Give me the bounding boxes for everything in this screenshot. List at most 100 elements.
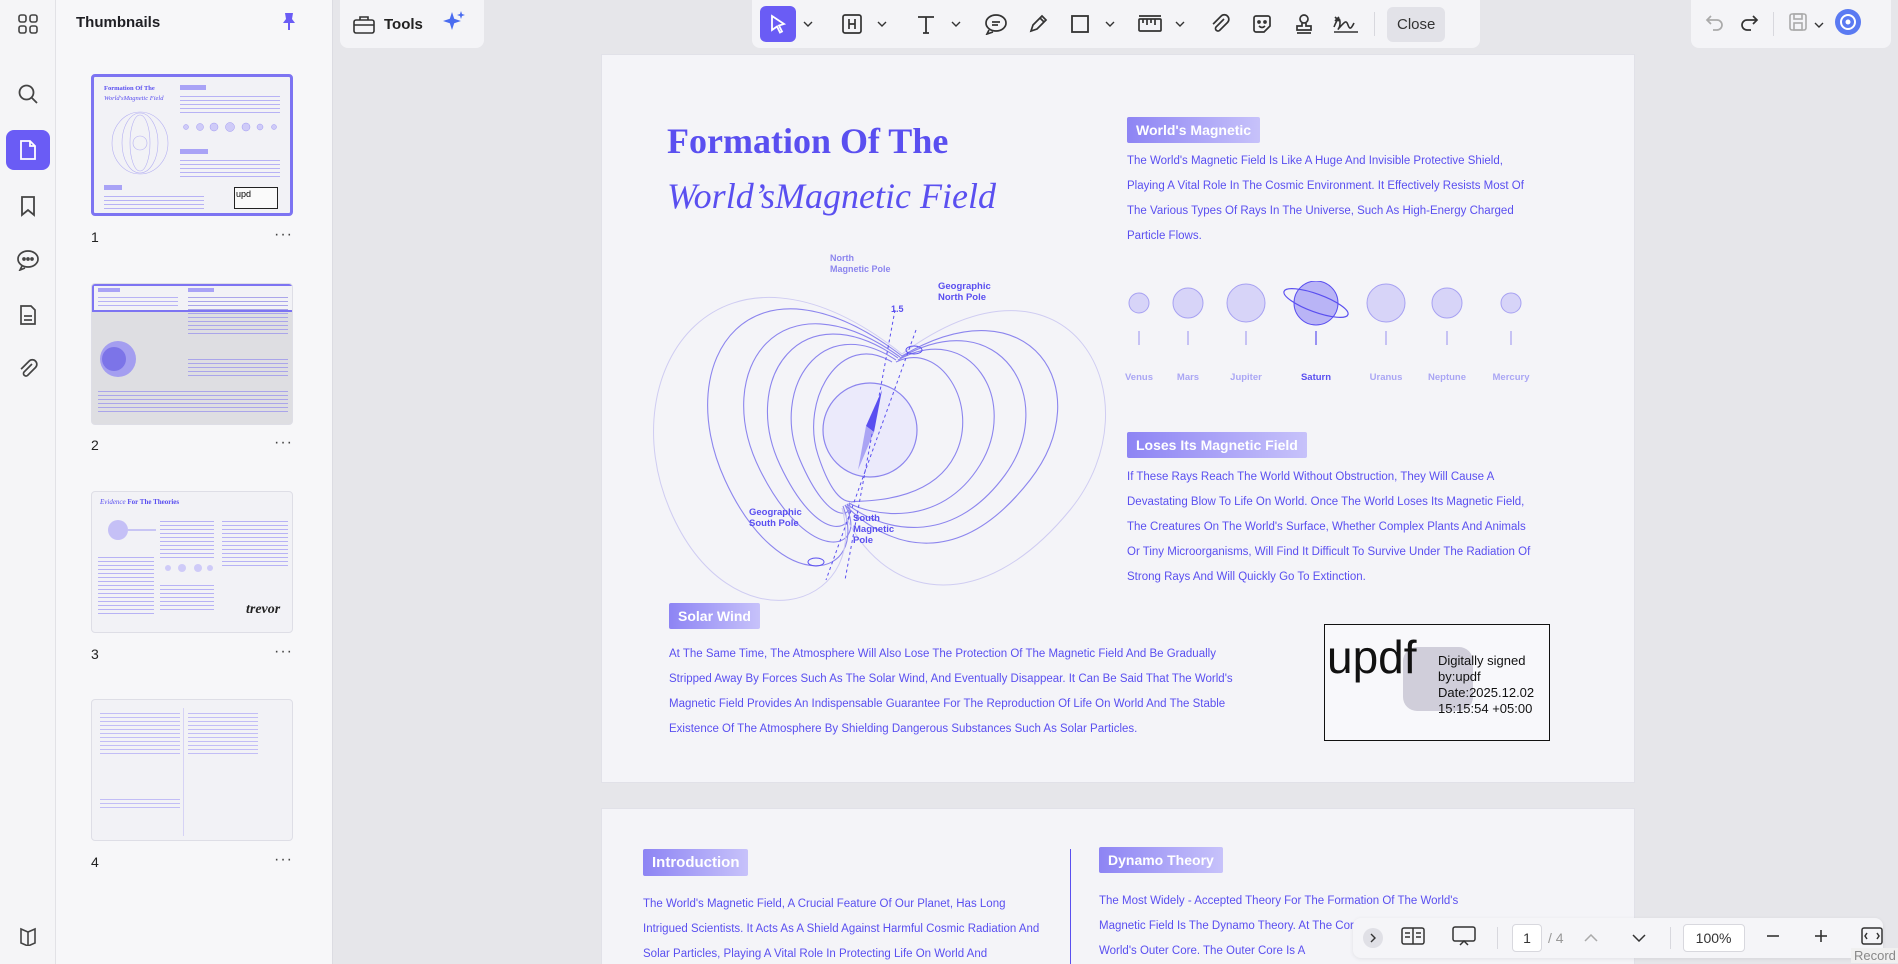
- apps-grid-icon[interactable]: [6, 4, 50, 44]
- thumb-signature: upd: [234, 187, 278, 209]
- record-label[interactable]: Record: [1851, 948, 1898, 963]
- page-thumbnail-2[interactable]: [91, 283, 293, 425]
- text-tool-icon[interactable]: [908, 6, 944, 42]
- close-button[interactable]: Close: [1387, 6, 1446, 42]
- stamp-icon[interactable]: [1286, 6, 1322, 42]
- chevron-down-icon[interactable]: [1174, 6, 1186, 42]
- planet-label: Mercury: [1492, 372, 1530, 383]
- current-page-input[interactable]: 1: [1512, 924, 1542, 952]
- signature-line: Digitally signed: [1438, 653, 1526, 668]
- digital-signature-field[interactable]: updf Digitally signed by:updf Date:2025.…: [1324, 624, 1550, 741]
- pencil-tool-icon[interactable]: [1020, 6, 1056, 42]
- search-icon[interactable]: [6, 74, 50, 114]
- section-heading: Introduction: [643, 849, 749, 876]
- select-tool-icon[interactable]: [760, 6, 796, 42]
- page-thumbnail-1[interactable]: Formation Of The World'sMagnetic Field u…: [91, 74, 293, 216]
- toolbar-divider: [1374, 12, 1375, 36]
- tools-toolbar: Tools: [340, 0, 484, 48]
- thumb-text: [188, 710, 258, 754]
- thumbnail-page-number: 4: [91, 854, 99, 870]
- thumb-text: [188, 356, 288, 376]
- ai-assistant-icon[interactable]: [1834, 8, 1862, 41]
- planet-label: Saturn: [1300, 372, 1332, 383]
- thumbnail-more-button[interactable]: ···: [274, 226, 293, 244]
- section-heading: World's Magnetic: [1127, 117, 1261, 143]
- attachment-icon[interactable]: [6, 349, 50, 389]
- section-body: The World's Magnetic Field Is Like A Hug…: [1127, 155, 1524, 242]
- chevron-down-icon[interactable]: [876, 6, 888, 42]
- angle-label: 1.5: [891, 304, 904, 314]
- thumb-title-line2: World'sMagnetic Field: [104, 95, 164, 102]
- section-body: If These Rays Reach The World Without Ob…: [1127, 465, 1539, 590]
- planets-diagram: [1128, 281, 1522, 345]
- planet-label: Neptune: [1428, 372, 1466, 383]
- pin-icon[interactable]: [281, 12, 297, 37]
- toolbar-divider: [1773, 12, 1774, 36]
- signature-line: by:updf: [1438, 669, 1481, 684]
- thumbnail-page-number: 3: [91, 646, 99, 662]
- page-navigation-bar: 1 / 4 100%: [1353, 918, 1883, 958]
- magnetic-field-diagram: [653, 296, 1106, 601]
- next-page-icon[interactable]: [1632, 929, 1646, 947]
- attach-file-icon[interactable]: [1202, 6, 1238, 42]
- zoom-out-icon[interactable]: [1765, 928, 1781, 949]
- sticker-icon[interactable]: [1244, 6, 1280, 42]
- thumbnail-more-button[interactable]: ···: [274, 851, 293, 869]
- collapse-chevron-icon[interactable]: [1363, 928, 1383, 948]
- comment-tool-icon[interactable]: [978, 6, 1014, 42]
- undo-icon[interactable]: [1705, 13, 1725, 36]
- thumb-text: [180, 157, 280, 179]
- thumb-tag: [104, 185, 122, 190]
- page-layout-icon[interactable]: [1401, 926, 1425, 951]
- thumbnails-icon[interactable]: [6, 130, 50, 170]
- body-text-added: World And: [1113, 698, 1167, 710]
- thumb-text: [98, 294, 178, 308]
- section-heading: Dynamo Theory: [1099, 847, 1223, 873]
- thumb-tag: [188, 288, 214, 292]
- tools-button[interactable]: Tools: [352, 13, 423, 35]
- zoom-in-icon[interactable]: [1813, 928, 1829, 949]
- left-rail: [0, 0, 56, 964]
- chevron-down-icon[interactable]: [802, 6, 814, 42]
- thumb-text: [222, 518, 288, 568]
- presentation-icon[interactable]: [1451, 925, 1477, 952]
- comments-icon[interactable]: [6, 240, 50, 280]
- thumbnail-more-button[interactable]: ···: [274, 643, 293, 661]
- layers-icon[interactable]: [6, 916, 50, 956]
- toolbar-divider: [1669, 927, 1671, 949]
- annotation-toolbar: Close: [752, 0, 1480, 48]
- thumb-text: [160, 518, 214, 558]
- chevron-down-icon[interactable]: [1104, 6, 1116, 42]
- chevron-down-icon[interactable]: [1814, 15, 1824, 33]
- toolbox-icon: [353, 16, 375, 34]
- tools-label: Tools: [384, 15, 423, 33]
- page-thumbnail-3[interactable]: Evidence For The Theories trevor: [91, 491, 293, 633]
- shape-tool-icon[interactable]: [1062, 6, 1098, 42]
- bookmark-icon[interactable]: [6, 186, 50, 226]
- forms-icon[interactable]: [6, 295, 50, 335]
- highlight-tool-icon[interactable]: [834, 6, 870, 42]
- previous-page-icon[interactable]: [1584, 929, 1598, 947]
- thumb-planets: [165, 564, 213, 572]
- thumbnail-more-button[interactable]: ···: [274, 434, 293, 452]
- north-magnetic-pole-label: North Magnetic Pole: [830, 253, 891, 274]
- geographic-south-pole-label: Geographic South Pole: [749, 507, 802, 529]
- planet-label: Jupiter: [1230, 372, 1262, 383]
- geographic-north-pole-label: Geographic North Pole: [938, 281, 991, 303]
- thumb-text: [98, 554, 154, 614]
- ai-sparkle-icon[interactable]: [441, 9, 467, 40]
- signature-line: Date:2025.12.02: [1438, 685, 1535, 700]
- zoom-level-input[interactable]: 100%: [1682, 924, 1745, 952]
- save-icon[interactable]: [1788, 12, 1808, 37]
- measure-tool-icon[interactable]: [1132, 6, 1168, 42]
- thumb-planets: [183, 122, 277, 132]
- section-heading: Solar Wind: [669, 603, 760, 629]
- thumb-heading-bold: For The Theories: [127, 498, 180, 506]
- section-body: The World's Magnetic Field, A Crucial Fe…: [643, 898, 1040, 960]
- fit-page-icon[interactable]: [1860, 926, 1883, 950]
- chevron-down-icon[interactable]: [950, 6, 962, 42]
- signature-icon[interactable]: [1328, 6, 1364, 42]
- page-thumbnail-4[interactable]: [91, 699, 293, 841]
- history-toolbar: [1691, 0, 1891, 48]
- redo-icon[interactable]: [1739, 13, 1759, 36]
